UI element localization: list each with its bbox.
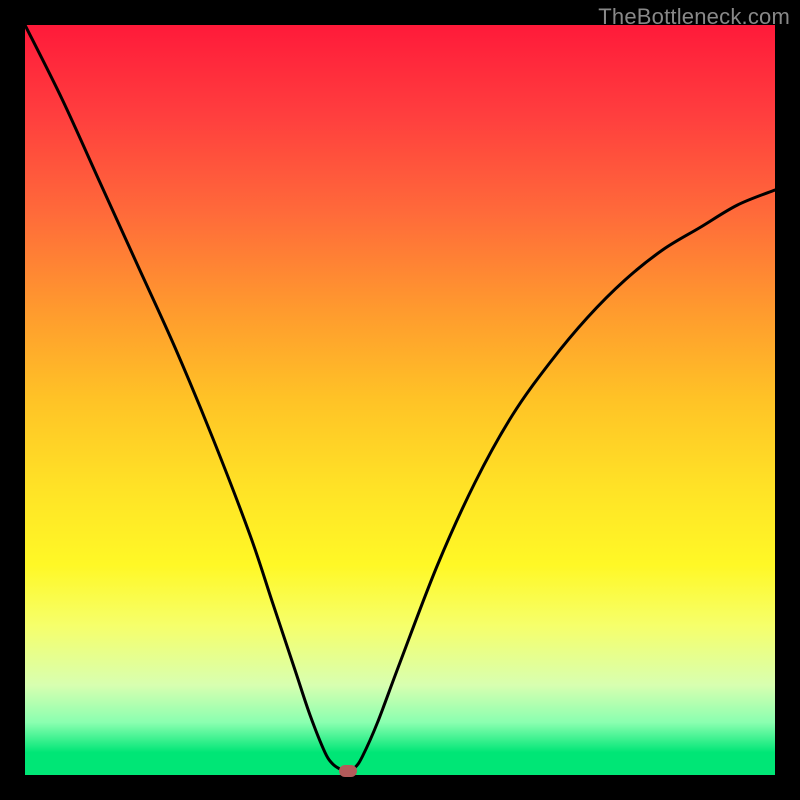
plot-area <box>25 25 775 775</box>
chart-frame: TheBottleneck.com <box>0 0 800 800</box>
watermark-text: TheBottleneck.com <box>598 4 790 30</box>
bottleneck-curve <box>25 25 775 775</box>
optimum-marker <box>339 765 357 777</box>
curve-path <box>25 25 775 771</box>
